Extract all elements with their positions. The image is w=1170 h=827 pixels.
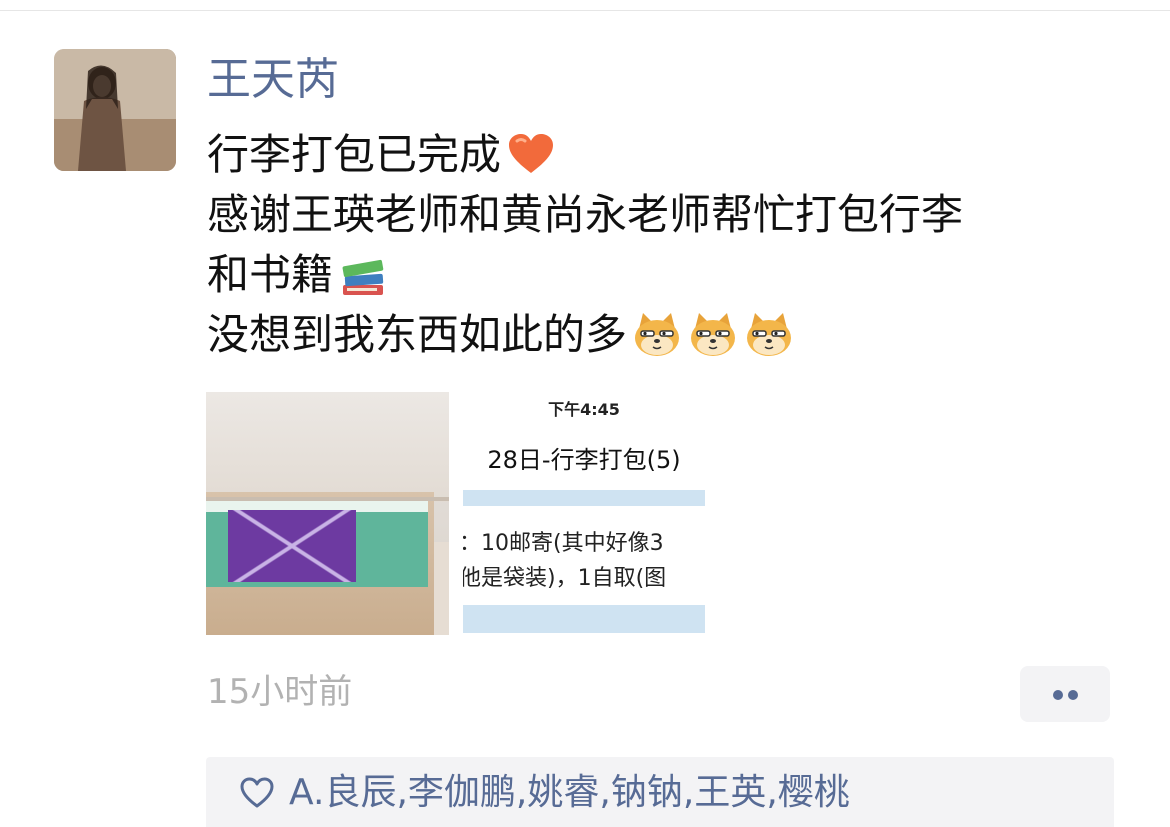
floor	[434, 542, 449, 635]
liker-name[interactable]: 李伽鹏	[408, 771, 516, 815]
post-line-text: 感谢王瑛老师和黄尚永老师帮忙打包行李	[207, 190, 964, 239]
screenshot-title: 28日-行李打包(5)	[487, 446, 681, 474]
liker-name[interactable]: 姚睿	[527, 771, 599, 815]
post-timestamp: 15小时前	[207, 672, 353, 712]
top-divider	[0, 10, 1170, 11]
more-dot-icon	[1068, 690, 1078, 700]
heart-outline-icon	[240, 777, 274, 808]
liker-name[interactable]: 樱桃	[778, 771, 850, 815]
post-text: 行李打包已完成 感谢王瑛老师和黄尚永老师帮忙打包行李 和书籍 没想到我东西如此的…	[207, 125, 1137, 365]
box-edge	[206, 497, 449, 501]
likes-list: A.良辰 , 李伽鹏 , 姚睿 , 钠钠 , 王英 , 樱桃	[239, 771, 850, 815]
box-lid	[206, 392, 449, 502]
screenshot-text: ：10邮寄(其中好像3	[463, 531, 664, 556]
likes-panel: A.良辰 , 李伽鹏 , 姚睿 , 钠钠 , 王英 , 樱桃	[206, 757, 1114, 827]
liker-separator: ,	[599, 772, 611, 813]
author-name[interactable]: 王天芮	[207, 52, 339, 108]
doge-emoji	[631, 309, 683, 361]
books-emoji	[337, 249, 389, 301]
liker-separator: ,	[515, 772, 528, 813]
post-line: 感谢王瑛老师和黄尚永老师帮忙打包行李	[207, 185, 1137, 245]
post-line: 没想到我东西如此的多	[207, 305, 1137, 365]
post-line: 行李打包已完成	[207, 125, 1137, 185]
avatar[interactable]	[54, 49, 176, 171]
doge-emoji	[743, 309, 795, 361]
screenshot-divider	[463, 490, 705, 506]
post-line-text: 和书籍	[207, 250, 334, 299]
liker-separator: ,	[396, 772, 408, 813]
screenshot-time: 下午4:45	[548, 400, 620, 419]
photo-thumbnail-box[interactable]	[206, 392, 449, 635]
liker-name[interactable]: A.良辰	[289, 771, 396, 815]
heart-emoji	[505, 129, 557, 181]
box-label-line	[228, 510, 356, 582]
more-actions-button[interactable]	[1020, 666, 1110, 722]
liker-separator: ,	[682, 772, 695, 813]
post-line: 和书籍	[207, 245, 1137, 305]
screenshot-text: 他是袋装)，1自取(图	[463, 566, 667, 591]
photo-thumbnail-screenshot[interactable]: 下午4:45 28日-行李打包(5) ：10邮寄(其中好像3 他是袋装)，1自取…	[463, 392, 705, 635]
more-dot-icon	[1053, 690, 1063, 700]
post-line-text: 行李打包已完成	[207, 130, 502, 179]
screenshot-divider	[463, 605, 705, 633]
doge-emoji	[687, 309, 739, 361]
post-line-text: 没想到我东西如此的多	[207, 310, 628, 359]
liker-name[interactable]: 钠钠	[611, 771, 683, 815]
liker-name[interactable]: 王英	[694, 771, 766, 815]
liker-separator: ,	[766, 772, 778, 813]
